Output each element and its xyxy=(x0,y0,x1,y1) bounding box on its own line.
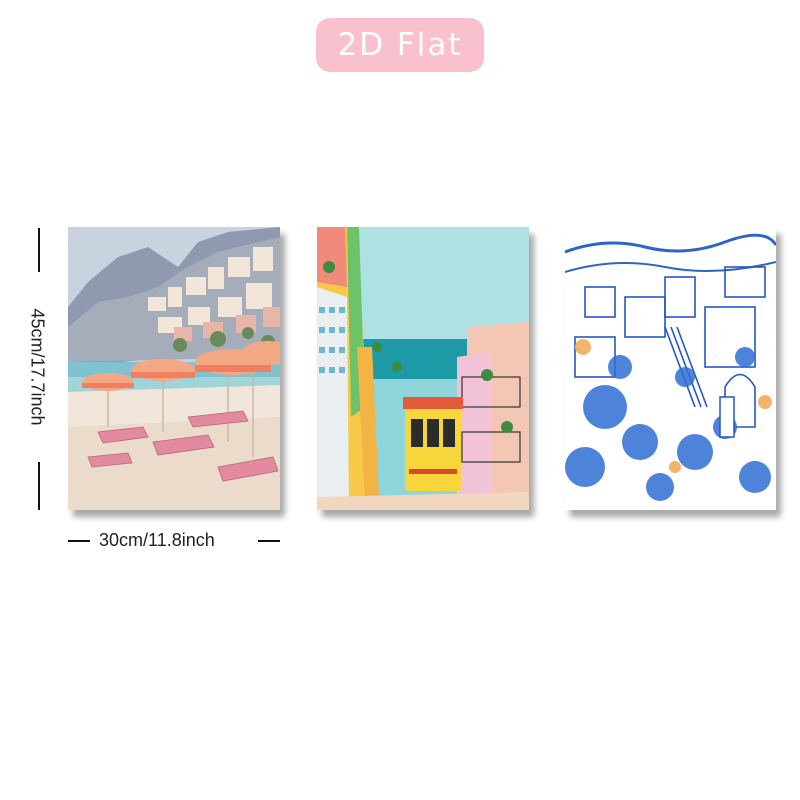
artwork-beach-panel xyxy=(68,227,280,510)
blue-town-painting xyxy=(565,227,776,510)
width-dimension-line-right xyxy=(258,540,280,542)
tram-painting xyxy=(317,227,529,510)
beach-painting xyxy=(68,227,280,510)
width-dimension-line-left xyxy=(68,540,90,542)
artwork-blue-town-panel xyxy=(565,227,776,510)
height-dimension-label: 45cm/17.7inch xyxy=(27,308,48,426)
width-dimension-label: 30cm/11.8inch xyxy=(99,530,215,550)
style-badge: 2D Flat xyxy=(316,18,484,72)
artwork-tram-panel xyxy=(317,227,529,510)
